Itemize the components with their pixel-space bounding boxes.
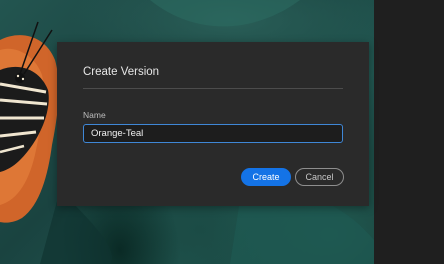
name-label: Name — [83, 110, 106, 120]
right-side-panel — [374, 0, 444, 264]
cancel-button[interactable]: Cancel — [295, 168, 344, 186]
create-version-dialog: Create Version Name Create Cancel — [57, 42, 369, 206]
version-name-input[interactable] — [83, 124, 343, 143]
create-button[interactable]: Create — [241, 168, 291, 186]
dialog-title: Create Version — [83, 66, 160, 78]
title-divider — [83, 88, 343, 89]
